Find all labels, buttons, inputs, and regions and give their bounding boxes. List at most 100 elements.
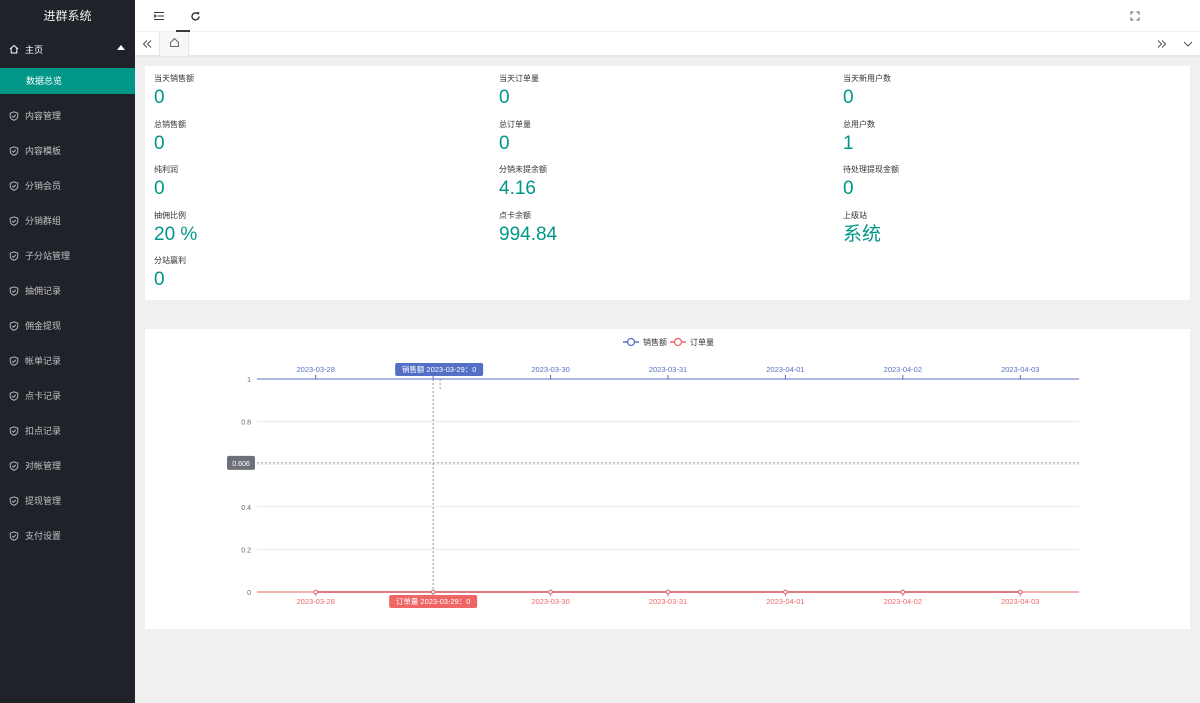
sidebar-item-label: 分销会员 bbox=[25, 181, 62, 191]
data-point bbox=[665, 589, 671, 595]
line-chart: 销售额订单量00.20.40.60.810.6062023-03-282023-… bbox=[227, 337, 1079, 608]
shield-check-icon bbox=[9, 180, 19, 191]
x-tick-label-top: 2023-03-28 bbox=[297, 365, 335, 374]
sidebar-list: 内容管理内容模板分销会员分销群组子分站管理抽佣记录佣金提现帐单记录点卡记录扣点记… bbox=[0, 98, 135, 553]
stat-item: 当天新用户数 0 bbox=[843, 74, 891, 109]
shield-check-icon bbox=[9, 145, 19, 156]
stat-value: 系统 bbox=[843, 224, 882, 245]
stat-item: 分销未提余额 4.16 bbox=[499, 165, 547, 200]
legend-label-sales: 销售额 bbox=[643, 337, 667, 347]
shield-check-icon bbox=[9, 460, 19, 471]
stat-label: 纯利润 bbox=[154, 165, 178, 174]
sidebar-item-label: 帐单记录 bbox=[25, 356, 62, 366]
sidebar-item[interactable]: 分销群组 bbox=[0, 203, 135, 238]
sidebar-item-label: 提现管理 bbox=[25, 496, 62, 506]
caret-up-icon bbox=[117, 45, 125, 50]
stat-item: 上级站 系统 bbox=[843, 211, 881, 246]
home-icon bbox=[169, 35, 180, 53]
sidebar-item[interactable]: 抽佣记录 bbox=[0, 273, 135, 308]
sidebar-subitem-overview[interactable]: 数据总览 bbox=[0, 68, 135, 94]
stat-label: 总销售额 bbox=[154, 120, 186, 129]
sidebar-item-label: 内容模板 bbox=[25, 146, 62, 156]
stat-label: 当天订单量 bbox=[499, 74, 539, 83]
sidebar-item-label: 主页 bbox=[25, 44, 44, 55]
data-point bbox=[313, 589, 319, 595]
x-tick-label-bottom: 2023-04-02 bbox=[884, 597, 922, 606]
sidebar-item[interactable]: 扣点记录 bbox=[0, 413, 135, 448]
sidebar-item[interactable]: 提现管理 bbox=[0, 483, 135, 518]
sidebar-item[interactable]: 支付设置 bbox=[0, 518, 135, 553]
shield-check-icon bbox=[9, 250, 19, 261]
fullscreen-icon[interactable] bbox=[1127, 0, 1143, 32]
sidebar-item-label: 点卡记录 bbox=[25, 391, 62, 401]
tooltip-sales-text: 销售额 2023-03-29：0 bbox=[402, 364, 477, 374]
tooltip-orders-text: 订单量 2023-03-29：0 bbox=[396, 596, 471, 606]
stat-value: 1 bbox=[843, 133, 854, 154]
data-point bbox=[548, 589, 553, 595]
refresh-icon[interactable] bbox=[187, 0, 203, 32]
data-point bbox=[900, 589, 906, 595]
stat-value: 0 bbox=[154, 269, 165, 290]
shield-check-icon bbox=[9, 425, 19, 436]
data-point bbox=[783, 589, 788, 595]
sidebar-item-label: 内容管理 bbox=[25, 111, 62, 121]
sidebar-item-label: 子分站管理 bbox=[25, 251, 71, 261]
y-tick-label: 1 bbox=[247, 377, 251, 384]
stat-item: 总用户数 1 bbox=[843, 120, 875, 155]
stat-item: 点卡余额 994.84 bbox=[499, 211, 557, 246]
sidebar-item-label: 支付设置 bbox=[25, 531, 62, 541]
sidebar-item[interactable]: 子分站管理 bbox=[0, 238, 135, 273]
double-left-icon[interactable] bbox=[135, 32, 159, 56]
stat-label: 当天新用户数 bbox=[843, 74, 891, 83]
stat-value: 0 bbox=[154, 133, 165, 154]
x-tick-label-top: 2023-04-03 bbox=[1001, 365, 1039, 374]
stat-item: 当天销售额 0 bbox=[154, 74, 194, 109]
sidebar-item-label: 分销群组 bbox=[25, 216, 62, 226]
stat-item: 抽佣比例 20 % bbox=[154, 211, 197, 246]
tab-home[interactable] bbox=[159, 32, 189, 56]
stat-label: 点卡余额 bbox=[499, 211, 531, 220]
sidebar-item-label: 佣金提现 bbox=[25, 321, 62, 331]
x-tick-label-bottom: 2023-03-31 bbox=[649, 597, 687, 606]
shield-check-icon bbox=[9, 390, 19, 401]
sidebar-item[interactable]: 帐单记录 bbox=[0, 343, 135, 378]
pointer-y-value: 0.606 bbox=[232, 461, 250, 468]
stat-label: 分站赢利 bbox=[154, 256, 186, 265]
y-tick-label: 0.8 bbox=[241, 420, 251, 427]
shield-check-icon bbox=[9, 530, 19, 541]
sidebar-item[interactable]: 佣金提现 bbox=[0, 308, 135, 343]
stat-value: 0 bbox=[499, 87, 510, 108]
stat-value: 20 % bbox=[154, 224, 198, 245]
tab-bar bbox=[135, 32, 1200, 56]
sidebar-item[interactable]: 分销会员 bbox=[0, 168, 135, 203]
top-header bbox=[135, 0, 1200, 32]
legend-label-orders: 订单量 bbox=[690, 337, 714, 347]
stat-label: 上级站 bbox=[843, 211, 867, 220]
stat-label: 抽佣比例 bbox=[154, 211, 186, 220]
sidebar-item[interactable]: 点卡记录 bbox=[0, 378, 135, 413]
stat-item: 总销售额 0 bbox=[154, 120, 186, 155]
legend-marker-orders bbox=[673, 337, 683, 347]
chevron-down-icon[interactable] bbox=[1176, 32, 1200, 56]
stat-label: 分销未提余额 bbox=[499, 165, 547, 174]
sidebar-item[interactable]: 内容管理 bbox=[0, 98, 135, 133]
stats-card: 当天销售额 0 当天订单量 0 当天新用户数 0 总销售额 0 总订单量 0 总用户数 1 纯利润 0 分销… bbox=[145, 66, 1190, 300]
double-right-icon[interactable] bbox=[1150, 32, 1174, 56]
sidebar-item-home[interactable]: 主页 bbox=[0, 32, 135, 66]
shield-check-icon bbox=[9, 110, 19, 121]
stat-label: 当天销售额 bbox=[154, 74, 194, 83]
sidebar-item-label: 扣点记录 bbox=[25, 426, 62, 436]
sidebar-item[interactable]: 对帐管理 bbox=[0, 448, 135, 483]
stat-item: 纯利润 0 bbox=[154, 165, 178, 200]
stat-value: 0 bbox=[154, 87, 165, 108]
data-point bbox=[430, 589, 436, 595]
stat-value: 0 bbox=[843, 87, 854, 108]
sidebar-item[interactable]: 内容模板 bbox=[0, 133, 135, 168]
stat-value: 0 bbox=[499, 133, 510, 154]
y-tick-label: 0.4 bbox=[241, 505, 251, 512]
menu-fold-icon[interactable] bbox=[151, 0, 167, 32]
x-tick-label-top: 2023-03-31 bbox=[649, 365, 687, 374]
shield-check-icon bbox=[9, 215, 19, 226]
stat-item: 总订单量 0 bbox=[499, 120, 531, 155]
x-tick-label-bottom: 2023-04-03 bbox=[1001, 597, 1039, 606]
